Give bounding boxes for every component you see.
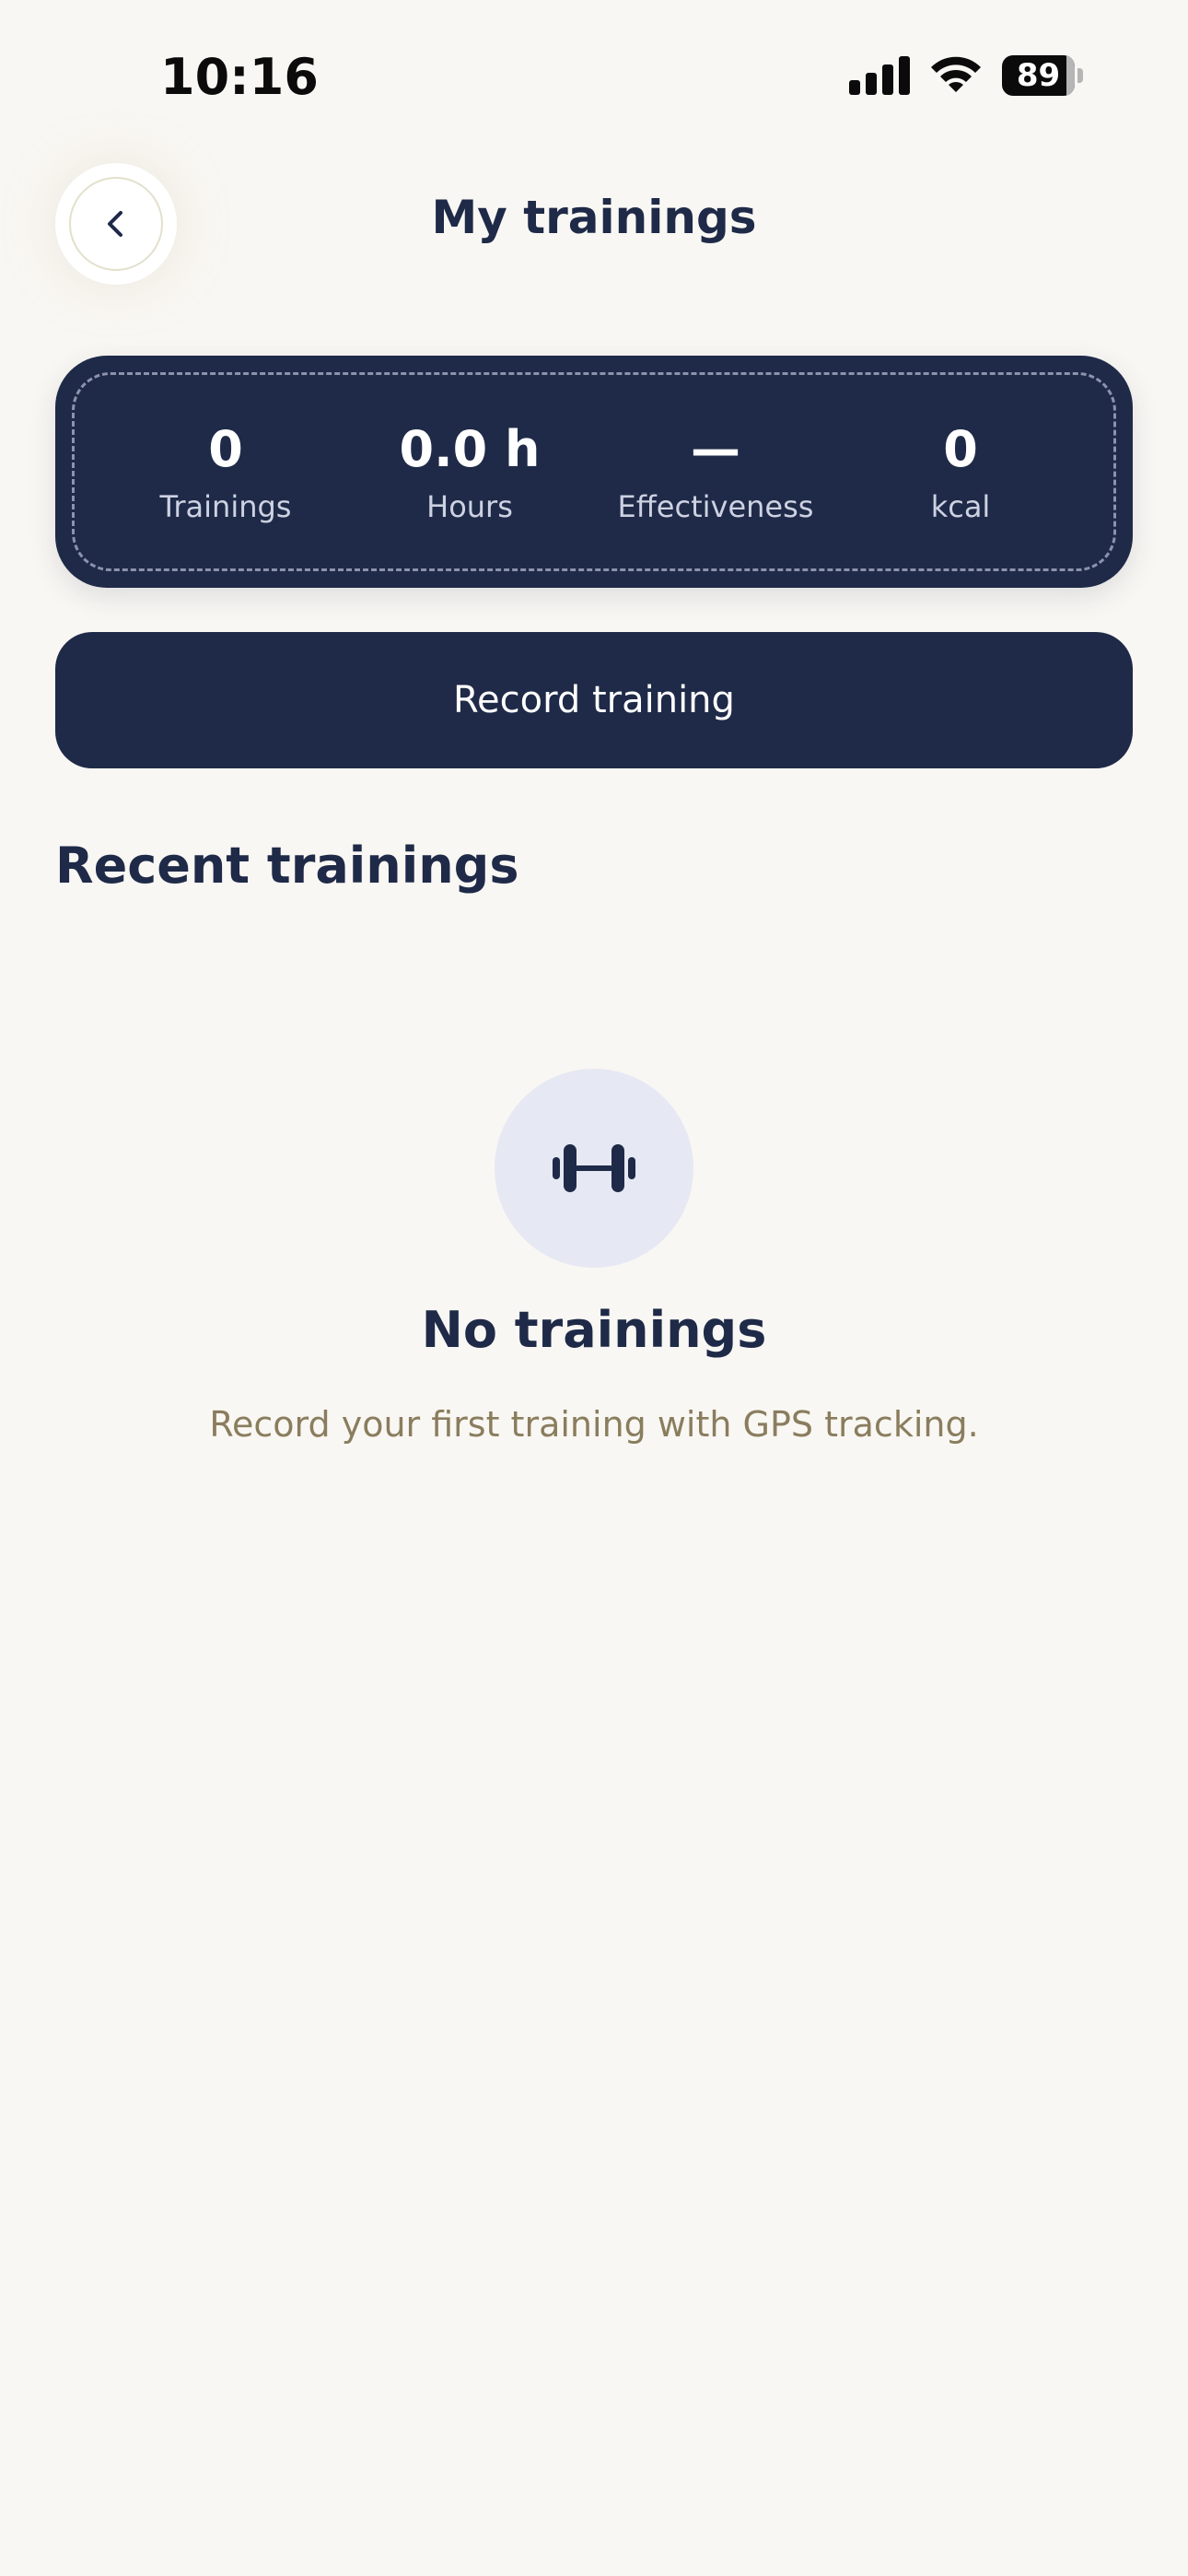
stat-label: Hours	[426, 489, 513, 524]
battery-body: 89	[1002, 55, 1076, 96]
stat-kcal: 0 kcal	[850, 420, 1071, 525]
page-title: My trainings	[431, 191, 757, 244]
stat-label: kcal	[930, 489, 991, 524]
status-bar: 10:16 89	[0, 0, 1188, 157]
cellular-signal-icon	[849, 56, 910, 95]
stat-value: 0.0 h	[399, 420, 541, 478]
stat-value: 0	[943, 420, 978, 478]
stat-label: Trainings	[159, 489, 292, 524]
battery-icon: 89	[1002, 55, 1083, 96]
wifi-icon	[931, 56, 981, 92]
status-time: 10:16	[160, 48, 319, 106]
recent-trainings-title: Recent trainings	[55, 837, 519, 895]
status-icons: 89	[849, 55, 1083, 96]
stat-effectiveness: — Effectiveness	[605, 420, 826, 525]
stat-hours: 0.0 h Hours	[359, 420, 580, 525]
stat-trainings: 0 Trainings	[115, 420, 336, 525]
stat-label: Effectiveness	[617, 489, 814, 524]
battery-percent: 89	[1016, 57, 1061, 94]
stat-value: 0	[208, 420, 243, 478]
empty-state-title: No trainings	[421, 1301, 767, 1359]
dumbbell-icon	[553, 1144, 635, 1192]
stats-card: 0 Trainings 0.0 h Hours — Effectiveness …	[55, 356, 1133, 588]
empty-state-icon-circle	[495, 1069, 693, 1268]
stat-value: —	[691, 420, 740, 478]
record-training-button[interactable]: Record training	[55, 632, 1133, 768]
empty-state-subtitle: Record your first training with GPS trac…	[209, 1404, 979, 1445]
